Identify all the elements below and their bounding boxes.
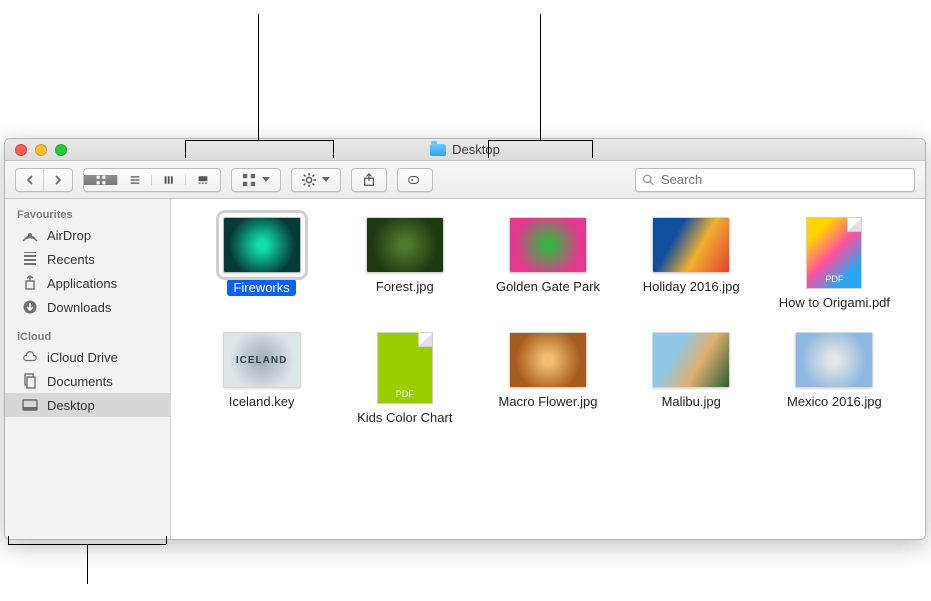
sidebar-item-airdrop[interactable]: AirDrop	[5, 223, 170, 247]
file-thumbnail	[795, 332, 873, 388]
desktop-icon	[21, 396, 39, 414]
file-name-label: Mexico 2016.jpg	[787, 394, 882, 409]
file-name-label: Malibu.jpg	[662, 394, 721, 409]
sidebar-item-label: Documents	[47, 374, 113, 389]
file-item[interactable]: Golden Gate Park	[481, 217, 614, 310]
downloads-icon	[21, 298, 39, 316]
sidebar-section-header: Favourites	[5, 207, 170, 223]
file-item[interactable]: PDF How to Origami.pdf	[768, 217, 901, 310]
file-item[interactable]: ICELAND Iceland.key	[195, 332, 328, 425]
file-item[interactable]: Malibu.jpg	[625, 332, 758, 425]
sidebar-item-downloads[interactable]: Downloads	[5, 295, 170, 319]
sidebar-item-applications[interactable]: Applications	[5, 271, 170, 295]
action-gear-button[interactable]	[291, 168, 341, 192]
sidebar: Favourites AirDrop Recents Applications …	[5, 199, 171, 539]
chevron-down-icon	[322, 177, 330, 182]
sidebar-item-desktop[interactable]: Desktop	[5, 393, 170, 417]
file-thumbnail	[652, 332, 730, 388]
title-bar: Desktop	[5, 139, 925, 161]
share-button[interactable]	[351, 168, 387, 192]
sidebar-item-documents[interactable]: Documents	[5, 369, 170, 393]
list-view-button[interactable]	[118, 175, 152, 185]
file-item[interactable]: Fireworks	[195, 217, 328, 310]
sidebar-item-label: AirDrop	[47, 228, 91, 243]
sidebar-item-label: Applications	[47, 276, 117, 291]
toolbar	[5, 161, 925, 199]
file-item[interactable]: Forest.jpg	[338, 217, 471, 310]
file-item[interactable]: Mexico 2016.jpg	[768, 332, 901, 425]
folder-icon	[430, 144, 446, 156]
chevron-down-icon	[262, 177, 270, 182]
pdf-badge: PDF	[807, 274, 861, 284]
file-name-label: Holiday 2016.jpg	[643, 279, 740, 294]
window-controls	[5, 144, 67, 156]
finder-window: Desktop	[4, 138, 926, 540]
view-mode-segmented	[83, 168, 221, 192]
file-name-label: Iceland.key	[229, 394, 295, 409]
sidebar-item-label: Desktop	[47, 398, 95, 413]
file-name-label: Kids Color Chart	[357, 410, 452, 425]
sidebar-item-icloud-drive[interactable]: iCloud Drive	[5, 345, 170, 369]
zoom-window-button[interactable]	[55, 144, 67, 156]
file-thumbnail	[509, 332, 587, 388]
sidebar-item-label: iCloud Drive	[47, 350, 118, 365]
file-item[interactable]: Macro Flower.jpg	[481, 332, 614, 425]
file-browser-main[interactable]: Fireworks Forest.jpg Golden Gate Park Holid…	[171, 199, 925, 539]
pdf-badge: PDF	[378, 389, 432, 399]
window-title: Desktop	[5, 142, 925, 157]
window-title-text: Desktop	[452, 142, 500, 157]
sidebar-section-header: iCloud	[5, 329, 170, 345]
gallery-view-button[interactable]	[186, 175, 220, 185]
file-item[interactable]: Holiday 2016.jpg	[625, 217, 758, 310]
file-name-label: Macro Flower.jpg	[499, 394, 598, 409]
file-name-label: Forest.jpg	[376, 279, 434, 294]
minimize-window-button[interactable]	[35, 144, 47, 156]
file-item[interactable]: PDF Kids Color Chart	[338, 332, 471, 425]
recents-icon	[21, 250, 39, 268]
sidebar-item-recents[interactable]: Recents	[5, 247, 170, 271]
tags-button[interactable]	[397, 168, 433, 192]
airdrop-icon	[21, 226, 39, 244]
group-by-button[interactable]	[231, 168, 281, 192]
file-thumbnail: PDF	[377, 332, 433, 404]
file-thumbnail	[366, 217, 444, 273]
forward-button[interactable]	[44, 169, 72, 191]
column-view-button[interactable]	[152, 175, 186, 185]
search-input[interactable]	[661, 172, 908, 187]
file-name-label: Golden Gate Park	[496, 279, 600, 294]
file-thumbnail	[509, 217, 587, 273]
file-thumbnail	[652, 217, 730, 273]
sidebar-item-label: Recents	[47, 252, 95, 267]
search-field[interactable]	[635, 168, 915, 192]
icon-view-button[interactable]	[84, 175, 118, 185]
applications-icon	[21, 274, 39, 292]
file-thumbnail: PDF	[806, 217, 862, 289]
back-button[interactable]	[16, 169, 44, 191]
sidebar-item-label: Downloads	[47, 300, 111, 315]
file-name-label: How to Origami.pdf	[779, 295, 890, 310]
close-window-button[interactable]	[15, 144, 27, 156]
thumbnail-overlay-text: ICELAND	[236, 355, 287, 366]
file-name-label: Fireworks	[227, 279, 295, 296]
icloud-icon	[21, 348, 39, 366]
search-icon	[642, 173, 655, 187]
documents-icon	[21, 372, 39, 390]
file-grid: Fireworks Forest.jpg Golden Gate Park Holid…	[195, 217, 901, 425]
file-thumbnail	[223, 217, 301, 273]
nav-back-forward	[15, 168, 73, 192]
file-thumbnail: ICELAND	[223, 332, 301, 388]
